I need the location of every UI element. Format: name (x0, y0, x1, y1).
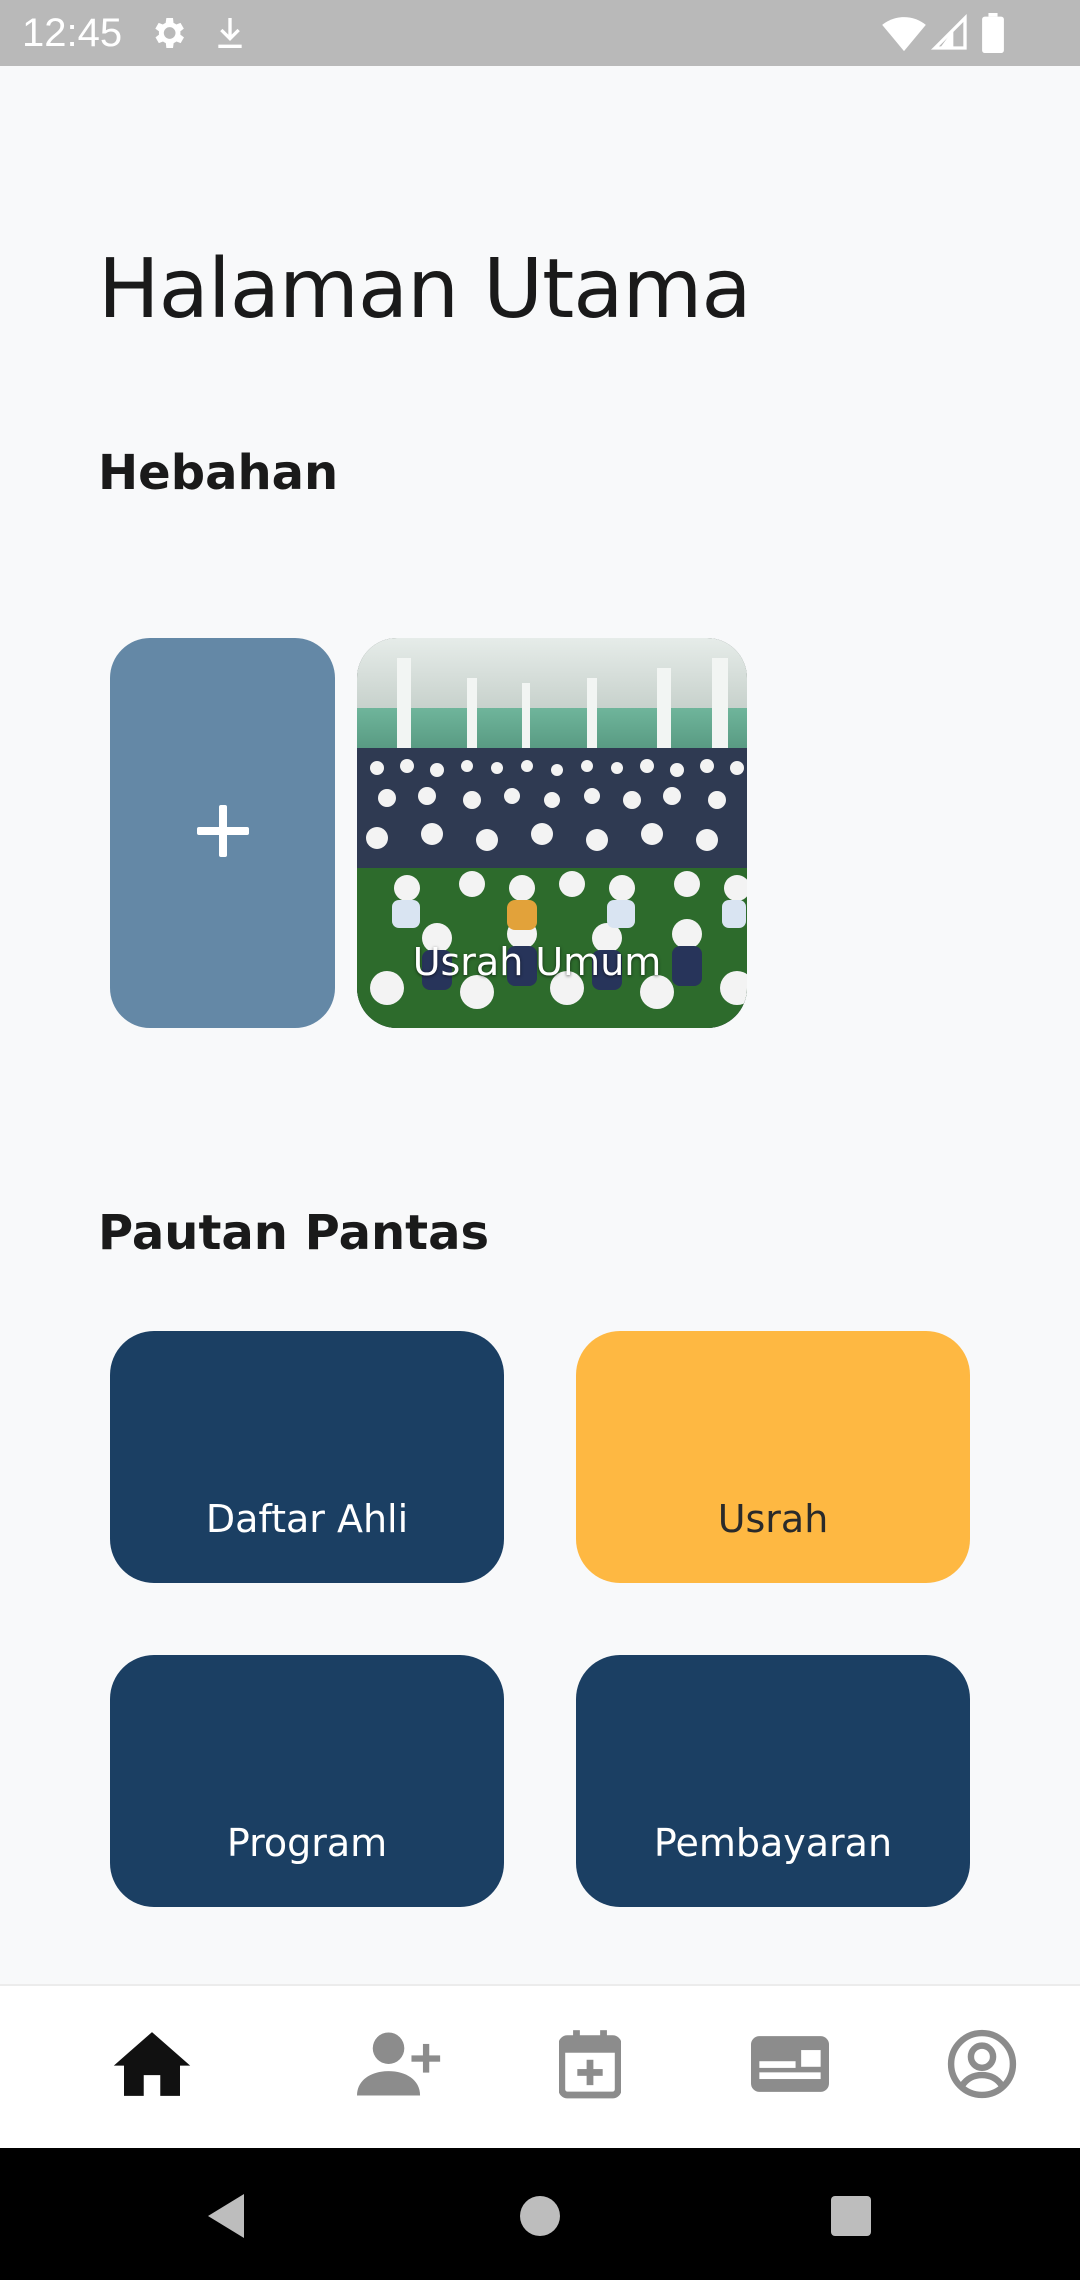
nav-account[interactable] (937, 2026, 1027, 2106)
nav-add-member[interactable] (355, 2026, 445, 2106)
quick-link-daftar-ahli[interactable]: Daftar Ahli (110, 1331, 504, 1583)
quick-link-label: Pembayaran (653, 1821, 893, 1865)
back-icon[interactable] (198, 2188, 254, 2244)
system-navigation-bar (0, 2148, 1080, 2280)
home-icon (113, 2029, 191, 2103)
quick-link-usrah[interactable]: Usrah (576, 1331, 970, 1583)
plus-icon (193, 801, 253, 865)
add-announcement-button[interactable] (110, 638, 335, 1028)
account-icon (947, 2029, 1017, 2103)
quick-link-label: Daftar Ahli (205, 1497, 409, 1541)
status-time: 12:45 (22, 11, 123, 55)
add-person-icon (357, 2029, 443, 2103)
card-icon (751, 2036, 829, 2096)
quick-link-label: Usrah (717, 1497, 829, 1541)
nav-home[interactable] (107, 2026, 197, 2106)
home-circle-icon[interactable] (512, 2188, 568, 2244)
quick-link-program[interactable]: Program (110, 1655, 504, 1907)
recents-icon[interactable] (823, 2188, 879, 2244)
nav-card[interactable] (745, 2026, 835, 2106)
section-title-pautan-pantas: Pautan Pantas (98, 1205, 490, 1261)
announcement-label: Usrah Umum (412, 940, 662, 984)
bottom-navigation (0, 1984, 1080, 2148)
quick-link-pembayaran[interactable]: Pembayaran (576, 1655, 970, 1907)
page-title: Halaman Utama (98, 242, 752, 337)
wifi-icon (882, 13, 926, 57)
signal-icon (930, 13, 970, 57)
quick-link-label: Program (226, 1821, 388, 1865)
battery-icon (980, 13, 1006, 57)
settings-icon (148, 13, 188, 57)
download-icon (210, 13, 250, 57)
status-bar: 12:45 (0, 0, 1080, 66)
section-title-hebahan: Hebahan (98, 445, 339, 501)
announcement-card[interactable]: Usrah Umum (357, 638, 747, 1028)
calendar-add-icon (558, 2029, 622, 2103)
nav-calendar[interactable] (545, 2026, 635, 2106)
